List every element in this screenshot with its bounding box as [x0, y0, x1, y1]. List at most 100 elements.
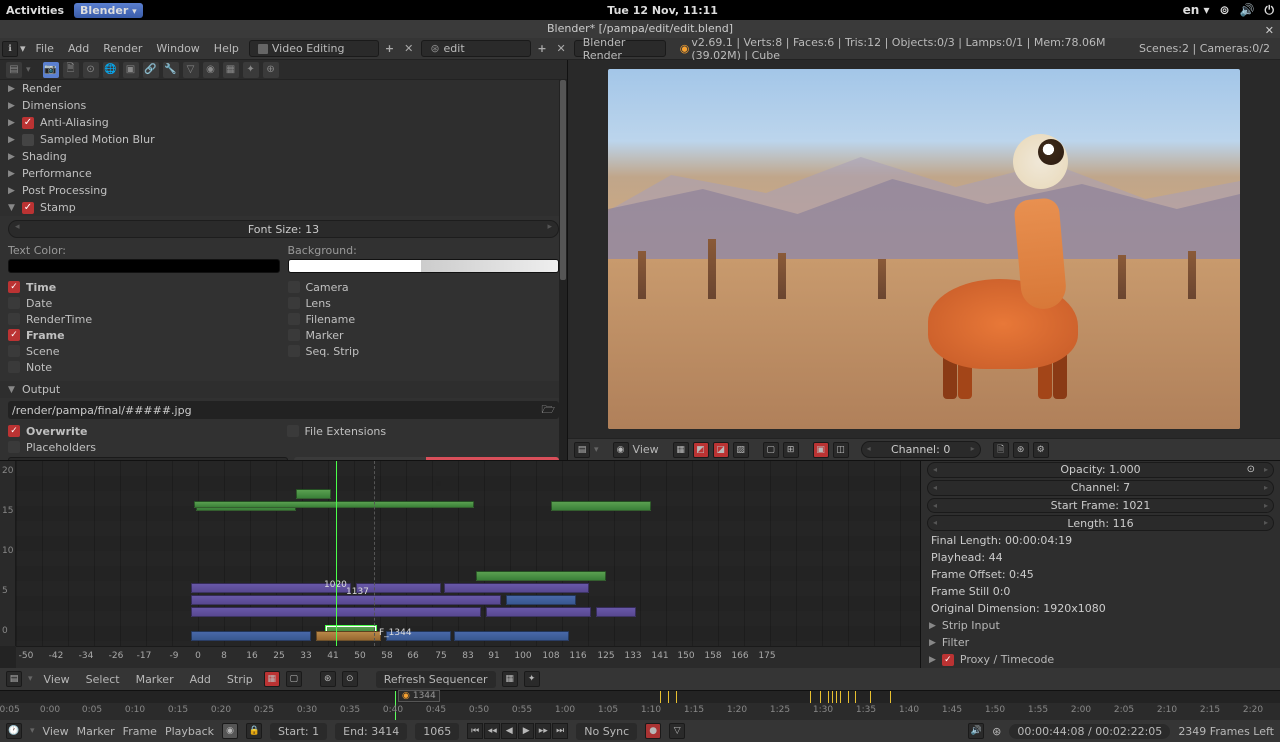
texture-tab-icon[interactable]: ▦: [223, 62, 239, 78]
panel-sampled-motion-blur[interactable]: ▶Sampled Motion Blur: [0, 131, 567, 148]
smb-checkbox[interactable]: [22, 134, 34, 146]
world-tab-icon[interactable]: 🌐: [103, 62, 119, 78]
seq-editor-type-icon[interactable]: ▤: [6, 671, 22, 687]
stamp-rendertime-checkbox[interactable]: [8, 313, 20, 325]
jump-end-icon[interactable]: ⏭: [552, 723, 568, 739]
object-tab-icon[interactable]: ▣: [123, 62, 139, 78]
text-color-swatch[interactable]: [8, 259, 280, 273]
menu-file[interactable]: File: [30, 39, 60, 58]
color-rgb-toggle[interactable]: RGB: [426, 457, 559, 460]
panel-filter[interactable]: ▶Filter: [921, 634, 1280, 651]
seq-add-menu[interactable]: Add: [185, 670, 216, 689]
speaker-icon[interactable]: 🔊: [968, 723, 984, 739]
editor-selector-icon[interactable]: ▤: [6, 62, 22, 78]
panel-dimensions[interactable]: ▶Dimensions: [0, 97, 567, 114]
play-icon[interactable]: ▶: [518, 723, 534, 739]
step-fwd-icon[interactable]: ▸▸: [535, 723, 551, 739]
seq-display-icon[interactable]: ▦: [264, 671, 280, 687]
nosync-selector[interactable]: No Sync: [576, 723, 637, 740]
scene-selector[interactable]: ⊛edit: [421, 40, 531, 57]
editor-type-icon[interactable]: ℹ: [2, 41, 18, 57]
panel-performance[interactable]: ▶Performance: [0, 165, 567, 182]
activities-button[interactable]: Activities: [6, 4, 64, 17]
modifiers-tab-icon[interactable]: 🔧: [163, 62, 179, 78]
image-tools-icon[interactable]: ⊛: [1013, 442, 1029, 458]
panel-post-processing[interactable]: ▶Post Processing: [0, 182, 567, 199]
seq-select-menu[interactable]: Select: [81, 670, 125, 689]
record-icon[interactable]: ●: [645, 723, 661, 739]
stamp-seqstrip-checkbox[interactable]: [288, 345, 300, 357]
end-frame-field[interactable]: End: 3414: [335, 723, 407, 740]
fileext-checkbox[interactable]: [287, 425, 299, 437]
preview-editor-type-icon[interactable]: ▤: [574, 442, 590, 458]
channel-field[interactable]: ◂Channel: 0▸: [861, 441, 981, 458]
background-color-swatch[interactable]: [288, 259, 560, 273]
seq-snap-icon[interactable]: ⊛: [320, 671, 336, 687]
disp-grid-icon[interactable]: ⊞: [783, 442, 799, 458]
disp-transform-icon[interactable]: ◫: [833, 442, 849, 458]
panel-render[interactable]: ▶Render: [0, 80, 567, 97]
blender-app-menu[interactable]: Blender ▾: [74, 3, 143, 18]
data-tab-icon[interactable]: ▽: [183, 62, 199, 78]
key-icon[interactable]: ▽: [669, 723, 685, 739]
placeholders-checkbox[interactable]: [8, 441, 20, 453]
tl-marker-menu[interactable]: Marker: [77, 725, 115, 738]
add-layout-button[interactable]: +: [381, 42, 398, 55]
panel-shading[interactable]: ▶Shading: [0, 148, 567, 165]
seq-display2-icon[interactable]: ▢: [286, 671, 302, 687]
output-format-selector[interactable]: JPEG⇅: [8, 457, 288, 460]
close-window-icon[interactable]: ✕: [1265, 22, 1274, 40]
tl-lock-icon[interactable]: 🔒: [246, 723, 262, 739]
sequencer-tracks[interactable]: 1020 1137 F_1344: [16, 461, 920, 646]
playhead-line[interactable]: [336, 461, 337, 646]
seq-tool1-icon[interactable]: ▦: [502, 671, 518, 687]
physics-tab-icon[interactable]: ⊕: [263, 62, 279, 78]
disp-single-icon[interactable]: ▢: [763, 442, 779, 458]
panel-strip-input[interactable]: ▶Strip Input: [921, 617, 1280, 634]
stamp-date-checkbox[interactable]: [8, 297, 20, 309]
render-engine-selector[interactable]: Blender Render: [574, 40, 666, 57]
stamp-lens-checkbox[interactable]: [288, 297, 300, 309]
stamp-note-checkbox[interactable]: [8, 361, 20, 373]
input-language-indicator[interactable]: en ▾: [1183, 3, 1210, 17]
disp-combined-icon[interactable]: ▦: [673, 442, 689, 458]
menu-help[interactable]: Help: [208, 39, 245, 58]
stamp-time-checkbox[interactable]: ✓: [8, 281, 20, 293]
image-settings-icon[interactable]: ⚙: [1033, 442, 1049, 458]
preview-view-menu[interactable]: View: [633, 443, 659, 456]
stamp-frame-checkbox[interactable]: ✓: [8, 329, 20, 341]
panel-stamp[interactable]: ▼✓Stamp: [0, 199, 567, 216]
pref-icon[interactable]: ⊛: [992, 725, 1001, 738]
play-reverse-icon[interactable]: ◀: [501, 723, 517, 739]
image-browse-icon[interactable]: 🗎: [993, 442, 1009, 458]
wifi-icon[interactable]: ⊚: [1219, 3, 1229, 17]
disp-safe-icon[interactable]: ▣: [813, 442, 829, 458]
clock[interactable]: Tue 12 Nov, 11:11: [143, 4, 1183, 17]
sequencer-ruler[interactable]: -50-42-34-26-17-908162533415058667583911…: [16, 646, 920, 668]
panel-proxy[interactable]: ▶✓Proxy / Timecode: [921, 651, 1280, 668]
render-layers-tab-icon[interactable]: 🗎: [63, 62, 79, 78]
screen-layout-selector[interactable]: Video Editing: [249, 40, 379, 57]
jump-start-icon[interactable]: ⏮: [467, 723, 483, 739]
stamp-scene-checkbox[interactable]: [8, 345, 20, 357]
aa-checkbox[interactable]: ✓: [22, 117, 34, 129]
panel-output[interactable]: ▼Output: [0, 381, 567, 398]
properties-scrollbar[interactable]: [559, 80, 567, 460]
tl-autokey-icon[interactable]: ◉: [222, 723, 238, 739]
add-scene-button[interactable]: +: [533, 42, 550, 55]
channel-field-side[interactable]: ◂Channel: 7▸: [927, 480, 1274, 496]
volume-icon[interactable]: 🔊: [1240, 3, 1255, 17]
scene-tab-icon[interactable]: ⊙: [83, 62, 99, 78]
opacity-field[interactable]: ◂Opacity: 1.000▸⊙: [927, 462, 1274, 478]
stamp-filename-checkbox[interactable]: [288, 313, 300, 325]
stamp-camera-checkbox[interactable]: [288, 281, 300, 293]
stamp-checkbox[interactable]: ✓: [22, 202, 34, 214]
remove-scene-button[interactable]: ✕: [553, 42, 570, 55]
refresh-sequencer-button[interactable]: Refresh Sequencer: [376, 671, 496, 688]
tl-playback-menu[interactable]: Playback: [165, 725, 214, 738]
menu-window[interactable]: Window: [150, 39, 205, 58]
color-bw-toggle[interactable]: BW: [294, 457, 427, 460]
panel-anti-aliasing[interactable]: ▶✓Anti-Aliasing: [0, 114, 567, 131]
tl-view-menu[interactable]: View: [43, 725, 69, 738]
pin-icon[interactable]: ⊙: [1247, 464, 1255, 475]
